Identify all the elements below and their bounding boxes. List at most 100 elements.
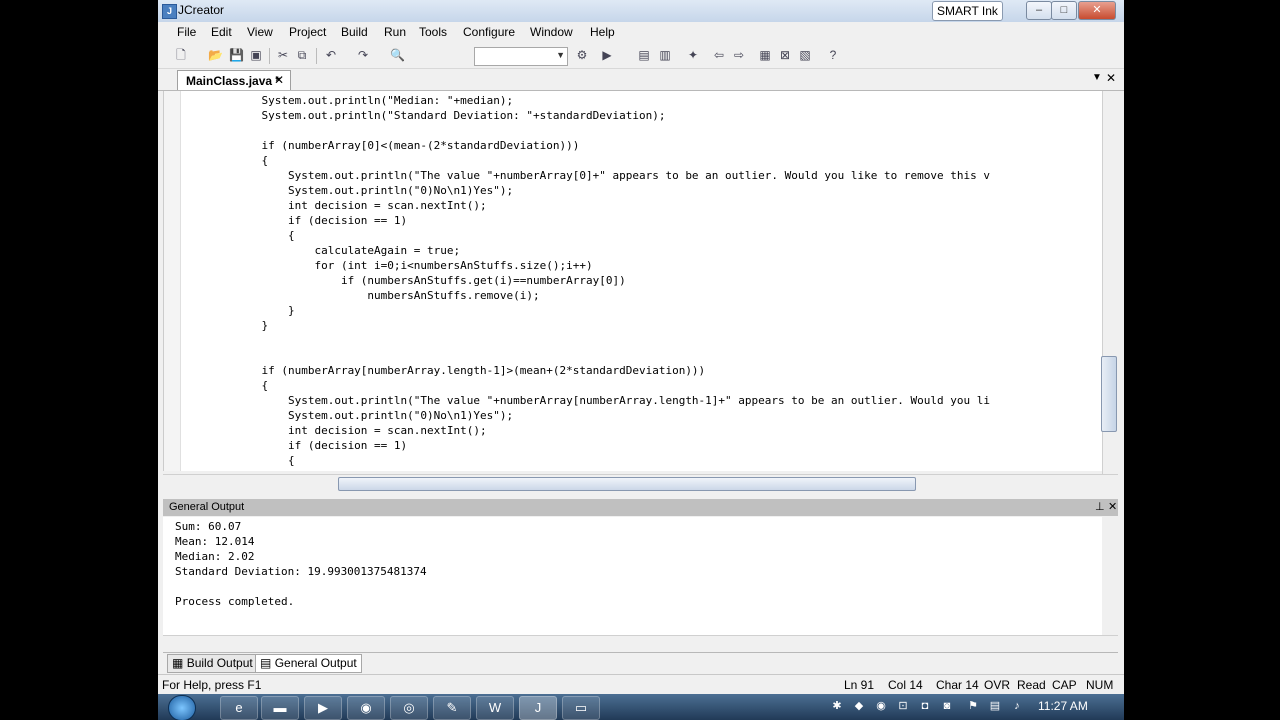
tab-mainclass[interactable]: MainClass.java * ✕	[177, 70, 291, 90]
word-icon[interactable]: W	[476, 696, 514, 720]
code-line: {	[182, 379, 269, 392]
general-output-icon: ▤	[260, 656, 272, 670]
code-line: {	[182, 229, 295, 242]
tray-app-icon[interactable]: ⊡	[896, 699, 910, 713]
close-icon[interactable]: ✕	[274, 73, 284, 87]
help-icon[interactable]: ?	[826, 48, 840, 62]
undo-icon[interactable]: ↶	[324, 48, 338, 62]
tab-build-output[interactable]: ▦ Build Output	[167, 654, 258, 673]
menu-tools[interactable]: Tools	[419, 25, 447, 39]
tab-label: MainClass.java *	[186, 74, 281, 88]
new-file-icon[interactable]: 🗋	[174, 48, 188, 62]
tray-app-icon[interactable]: ◉	[874, 699, 888, 713]
close-icon[interactable]: ✕	[1108, 500, 1117, 513]
code-editor[interactable]: System.out.println("Median: "+median); S…	[163, 91, 1103, 471]
code-line: if (numberArray[numberArray.length-1]>(m…	[182, 364, 706, 377]
back-icon[interactable]: ⇦	[712, 48, 726, 62]
tray-volume-icon[interactable]: ♪	[1010, 699, 1024, 713]
wizard-icon[interactable]: ✦	[686, 48, 700, 62]
left-black-bar	[0, 0, 158, 720]
code-line: numbersAnStuffs.remove(i);	[182, 289, 540, 302]
menu-configure[interactable]: Configure	[463, 25, 515, 39]
close-icon[interactable]: ✕	[1106, 71, 1116, 85]
tray-flag-icon[interactable]: ⚑	[966, 699, 980, 713]
maximize-button[interactable]: □	[1051, 1, 1077, 20]
save-all-icon[interactable]: ▣	[249, 48, 263, 62]
output-vertical-scrollbar[interactable]	[1102, 517, 1118, 635]
chrome-icon[interactable]: ◉	[347, 696, 385, 720]
output-area[interactable]: Sum: 60.07 Mean: 12.014 Median: 2.02 Sta…	[163, 517, 1102, 635]
menu-window[interactable]: Window	[530, 25, 573, 39]
media-icon[interactable]: ▶	[304, 696, 342, 720]
tray-network-icon[interactable]: ▤	[988, 699, 1002, 713]
copy-icon[interactable]: ⧉	[295, 48, 309, 62]
output-horizontal-scrollbar[interactable]	[163, 635, 1118, 651]
code-lines: System.out.println("Median: "+median); S…	[182, 91, 1102, 471]
code-line: for (int i=0;i<numbersAnStuffs.size();i+…	[182, 259, 593, 272]
console-icon[interactable]: ▭	[562, 696, 600, 720]
output-line: Sum: 60.07	[175, 520, 242, 533]
tab-general-output[interactable]: ▤ General Output	[255, 654, 362, 673]
build-project-icon[interactable]: ▥	[658, 48, 672, 62]
window-title: JCreator	[178, 3, 225, 17]
save-icon[interactable]: 💾	[229, 48, 244, 62]
redo-icon[interactable]: ↷	[356, 48, 370, 62]
editor-horizontal-scrollbar[interactable]	[163, 474, 1118, 492]
code-line: calculateAgain = true;	[182, 244, 461, 257]
toolbar-separator	[316, 48, 317, 64]
jcreator-window: J JCreator SMART Ink – □ ✕ File Edit Vie…	[158, 0, 1124, 720]
target-combo[interactable]: ▼	[474, 47, 568, 66]
editor-vertical-scroll-thumb[interactable]	[1101, 356, 1117, 432]
tray-bluetooth-icon[interactable]: ✱	[830, 699, 844, 713]
code-line: System.out.println("Standard Deviation: …	[182, 109, 666, 122]
code-line: System.out.println("0)No\n1)Yes");	[182, 184, 514, 197]
menu-run[interactable]: Run	[384, 25, 406, 39]
notebook-icon[interactable]: ✎	[433, 696, 471, 720]
app-icon[interactable]: ◎	[390, 696, 428, 720]
ie-icon[interactable]: e	[220, 696, 258, 720]
tile-icon[interactable]: ▧	[798, 48, 812, 62]
status-cap: CAP	[1052, 678, 1077, 692]
cut-icon[interactable]: ✂	[276, 48, 290, 62]
chevron-down-icon[interactable]: ▼	[1092, 72, 1102, 83]
menu-edit[interactable]: Edit	[211, 25, 232, 39]
compile-icon[interactable]: ⚙	[575, 48, 589, 62]
editor-gutter	[164, 91, 181, 471]
code-line: System.out.println("Median: "+median);	[182, 94, 514, 107]
window-icon[interactable]: ▦	[758, 48, 772, 62]
app-icon: J	[162, 4, 177, 19]
taskbar-clock[interactable]: 11:27 AM	[1038, 699, 1088, 713]
menu-build[interactable]: Build	[341, 25, 368, 39]
folder-icon[interactable]: ▬	[261, 696, 299, 720]
status-bar: For Help, press F1 Ln 91 Col 14 Char 14 …	[158, 674, 1124, 695]
output-tabs: ▦ Build Output ▤ General Output	[163, 652, 1118, 673]
close-button[interactable]: ✕	[1078, 1, 1116, 20]
smart-ink-button[interactable]: SMART Ink	[932, 1, 1003, 21]
menu-view[interactable]: View	[247, 25, 273, 39]
menu-file[interactable]: File	[177, 25, 196, 39]
tray-app-icon[interactable]: ◆	[852, 699, 866, 713]
tab-general-output-label: General Output	[274, 656, 357, 670]
start-button[interactable]	[168, 695, 196, 720]
status-char: Char 14	[936, 678, 979, 692]
menu-help[interactable]: Help	[590, 25, 615, 39]
find-icon[interactable]: 🔍	[390, 48, 405, 62]
jcreator-task-icon[interactable]: J	[519, 696, 557, 720]
taskbar: e ▬ ▶ ◉ ◎ ✎ W J ▭ ✱ ◆ ◉ ⊡ ◘ ◙ ⚑ ▤ ♪ 11:2…	[158, 694, 1124, 720]
editor-horizontal-scroll-thumb[interactable]	[338, 477, 916, 491]
build-file-icon[interactable]: ▤	[637, 48, 651, 62]
run-icon[interactable]: ▶	[600, 48, 614, 62]
open-icon[interactable]: 📂	[208, 48, 223, 62]
code-line: if (numbersAnStuffs.get(i)==numberArray[…	[182, 274, 626, 287]
minimize-button[interactable]: –	[1026, 1, 1052, 20]
pin-icon[interactable]: ⊥	[1095, 500, 1105, 513]
code-line: {	[182, 154, 269, 167]
tray-app-icon[interactable]: ◘	[918, 699, 932, 713]
status-read: Read	[1017, 678, 1046, 692]
close-window-icon[interactable]: ⊠	[778, 48, 792, 62]
forward-icon[interactable]: ⇨	[732, 48, 746, 62]
tray-app-icon[interactable]: ◙	[940, 699, 954, 713]
title-bar: J JCreator SMART Ink – □ ✕	[158, 0, 1124, 22]
menu-project[interactable]: Project	[289, 25, 326, 39]
output-panel-header: General Output ⊥ ✕	[163, 499, 1118, 516]
